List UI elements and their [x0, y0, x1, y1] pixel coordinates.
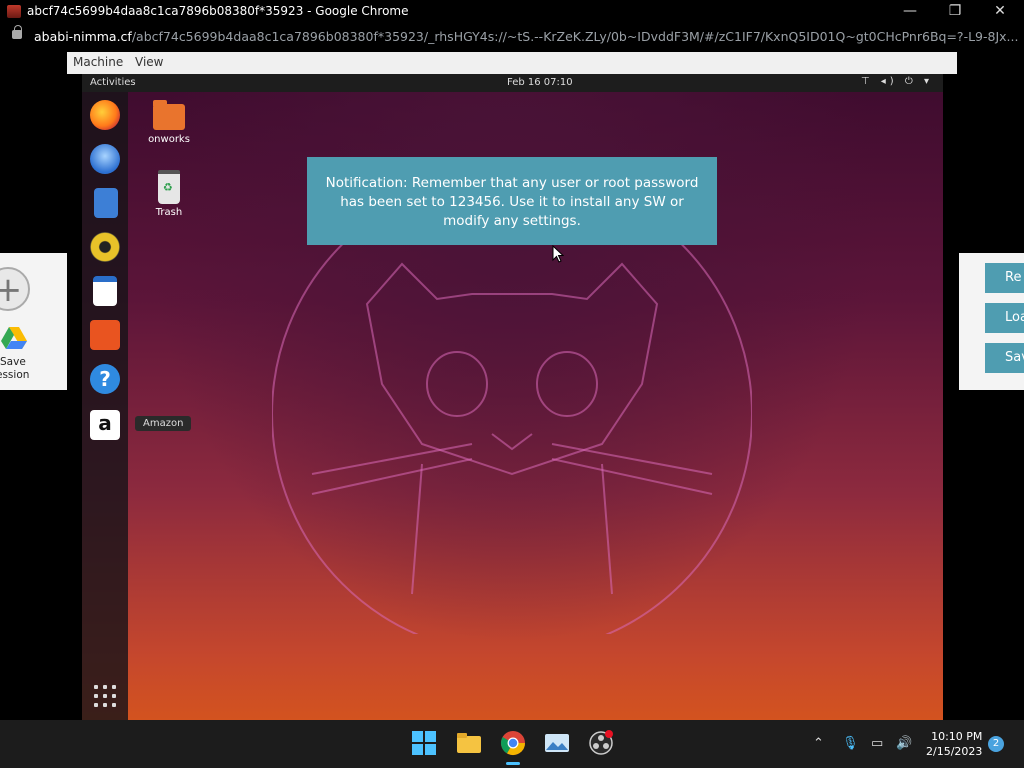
- clock[interactable]: Feb 16 07:10: [507, 77, 573, 88]
- taskbar-time: 10:10 PM: [931, 730, 983, 743]
- url-text[interactable]: ababi-nimma.cf/abcf74c5699b4daa8c1ca7896…: [34, 29, 1018, 44]
- window-title: abcf74c5699b4daa8c1ca7896b08380f*35923 -…: [27, 4, 409, 18]
- volume-icon[interactable]: 🔊: [896, 736, 912, 751]
- desktop-icon-home[interactable]: onworks: [139, 100, 199, 145]
- left-side-panel: + Save ession: [0, 253, 67, 390]
- favicon-icon: [7, 5, 21, 18]
- software-center-icon[interactable]: [90, 320, 120, 350]
- amazon-icon[interactable]: a: [90, 410, 120, 440]
- activities-button[interactable]: Activities: [90, 77, 136, 88]
- chevron-up-icon[interactable]: ⌃: [813, 736, 824, 751]
- restore-session-button[interactable]: Re: [985, 263, 1024, 293]
- save-session-button[interactable]: Sav: [985, 343, 1024, 373]
- files-icon[interactable]: [94, 188, 118, 218]
- ubuntu-top-bar: Activities Feb 16 07:10 ⊤ ◂) ⏻ ▾: [82, 74, 943, 92]
- add-icon[interactable]: +: [0, 267, 30, 311]
- home-folder-icon: [153, 100, 185, 130]
- taskbar-date: 2/15/2023: [926, 745, 983, 758]
- active-app-indicator: [506, 762, 520, 765]
- save-session-label[interactable]: Save ession: [0, 356, 29, 382]
- load-session-button[interactable]: Loa: [985, 303, 1024, 333]
- vm-menubar: Machine View: [67, 52, 957, 74]
- save-label: Save: [0, 356, 26, 368]
- session-label: ession: [0, 369, 30, 381]
- menu-machine[interactable]: Machine: [73, 55, 123, 69]
- desktop-icon-trash[interactable]: Trash: [139, 170, 199, 218]
- photos-icon[interactable]: [544, 730, 570, 756]
- minimize-button[interactable]: —: [888, 0, 932, 24]
- taskbar-clock[interactable]: 10:10 PM 2/15/2023: [926, 729, 982, 759]
- url-path: /abcf74c5699b4daa8c1ca7896b08380f*35923/…: [131, 29, 1019, 44]
- rhythmbox-icon[interactable]: [90, 232, 120, 262]
- dock-tooltip: Amazon: [135, 416, 192, 431]
- network-icon[interactable]: ▭: [871, 736, 883, 751]
- trash-icon: [158, 170, 180, 204]
- windows-start-icon[interactable]: [411, 730, 437, 756]
- help-icon[interactable]: ?: [90, 364, 120, 394]
- notification-badge[interactable]: 2: [988, 736, 1004, 752]
- writer-icon[interactable]: [93, 276, 117, 306]
- windows-taskbar: ⌃ 🎙 ▭ 🔊 10:10 PM 2/15/2023 2: [0, 720, 1024, 768]
- system-tray[interactable]: ⊤ ◂) ⏻ ▾: [861, 76, 933, 87]
- chrome-icon[interactable]: [500, 730, 526, 756]
- url-host: ababi-nimma.cf: [34, 29, 132, 44]
- address-bar[interactable]: ababi-nimma.cf/abcf74c5699b4daa8c1ca7896…: [0, 24, 1024, 50]
- notification-banner[interactable]: Notification: Remember that any user or …: [307, 157, 717, 245]
- browser-title-bar: abcf74c5699b4daa8c1ca7896b08380f*35923 -…: [0, 0, 1024, 24]
- mouse-cursor-icon: [552, 245, 564, 263]
- thunderbird-icon[interactable]: [90, 144, 120, 174]
- restore-button[interactable]: ❐: [933, 0, 977, 24]
- close-button[interactable]: ✕: [978, 0, 1022, 24]
- google-drive-icon[interactable]: [0, 323, 28, 351]
- file-explorer-icon[interactable]: [456, 730, 482, 756]
- show-applications-icon[interactable]: [94, 685, 116, 707]
- right-side-panel: Re Loa Sav: [959, 253, 1024, 390]
- lock-icon[interactable]: [12, 25, 22, 39]
- obs-icon[interactable]: [588, 730, 614, 756]
- microphone-icon[interactable]: 🎙: [842, 736, 859, 751]
- desktop-icon-label: onworks: [148, 134, 190, 145]
- ubuntu-dock: ? a: [82, 92, 128, 720]
- firefox-icon[interactable]: [90, 100, 120, 130]
- desktop-icon-label: Trash: [155, 207, 183, 218]
- menu-view[interactable]: View: [135, 55, 163, 69]
- wallpaper-fossa-icon: [272, 234, 752, 634]
